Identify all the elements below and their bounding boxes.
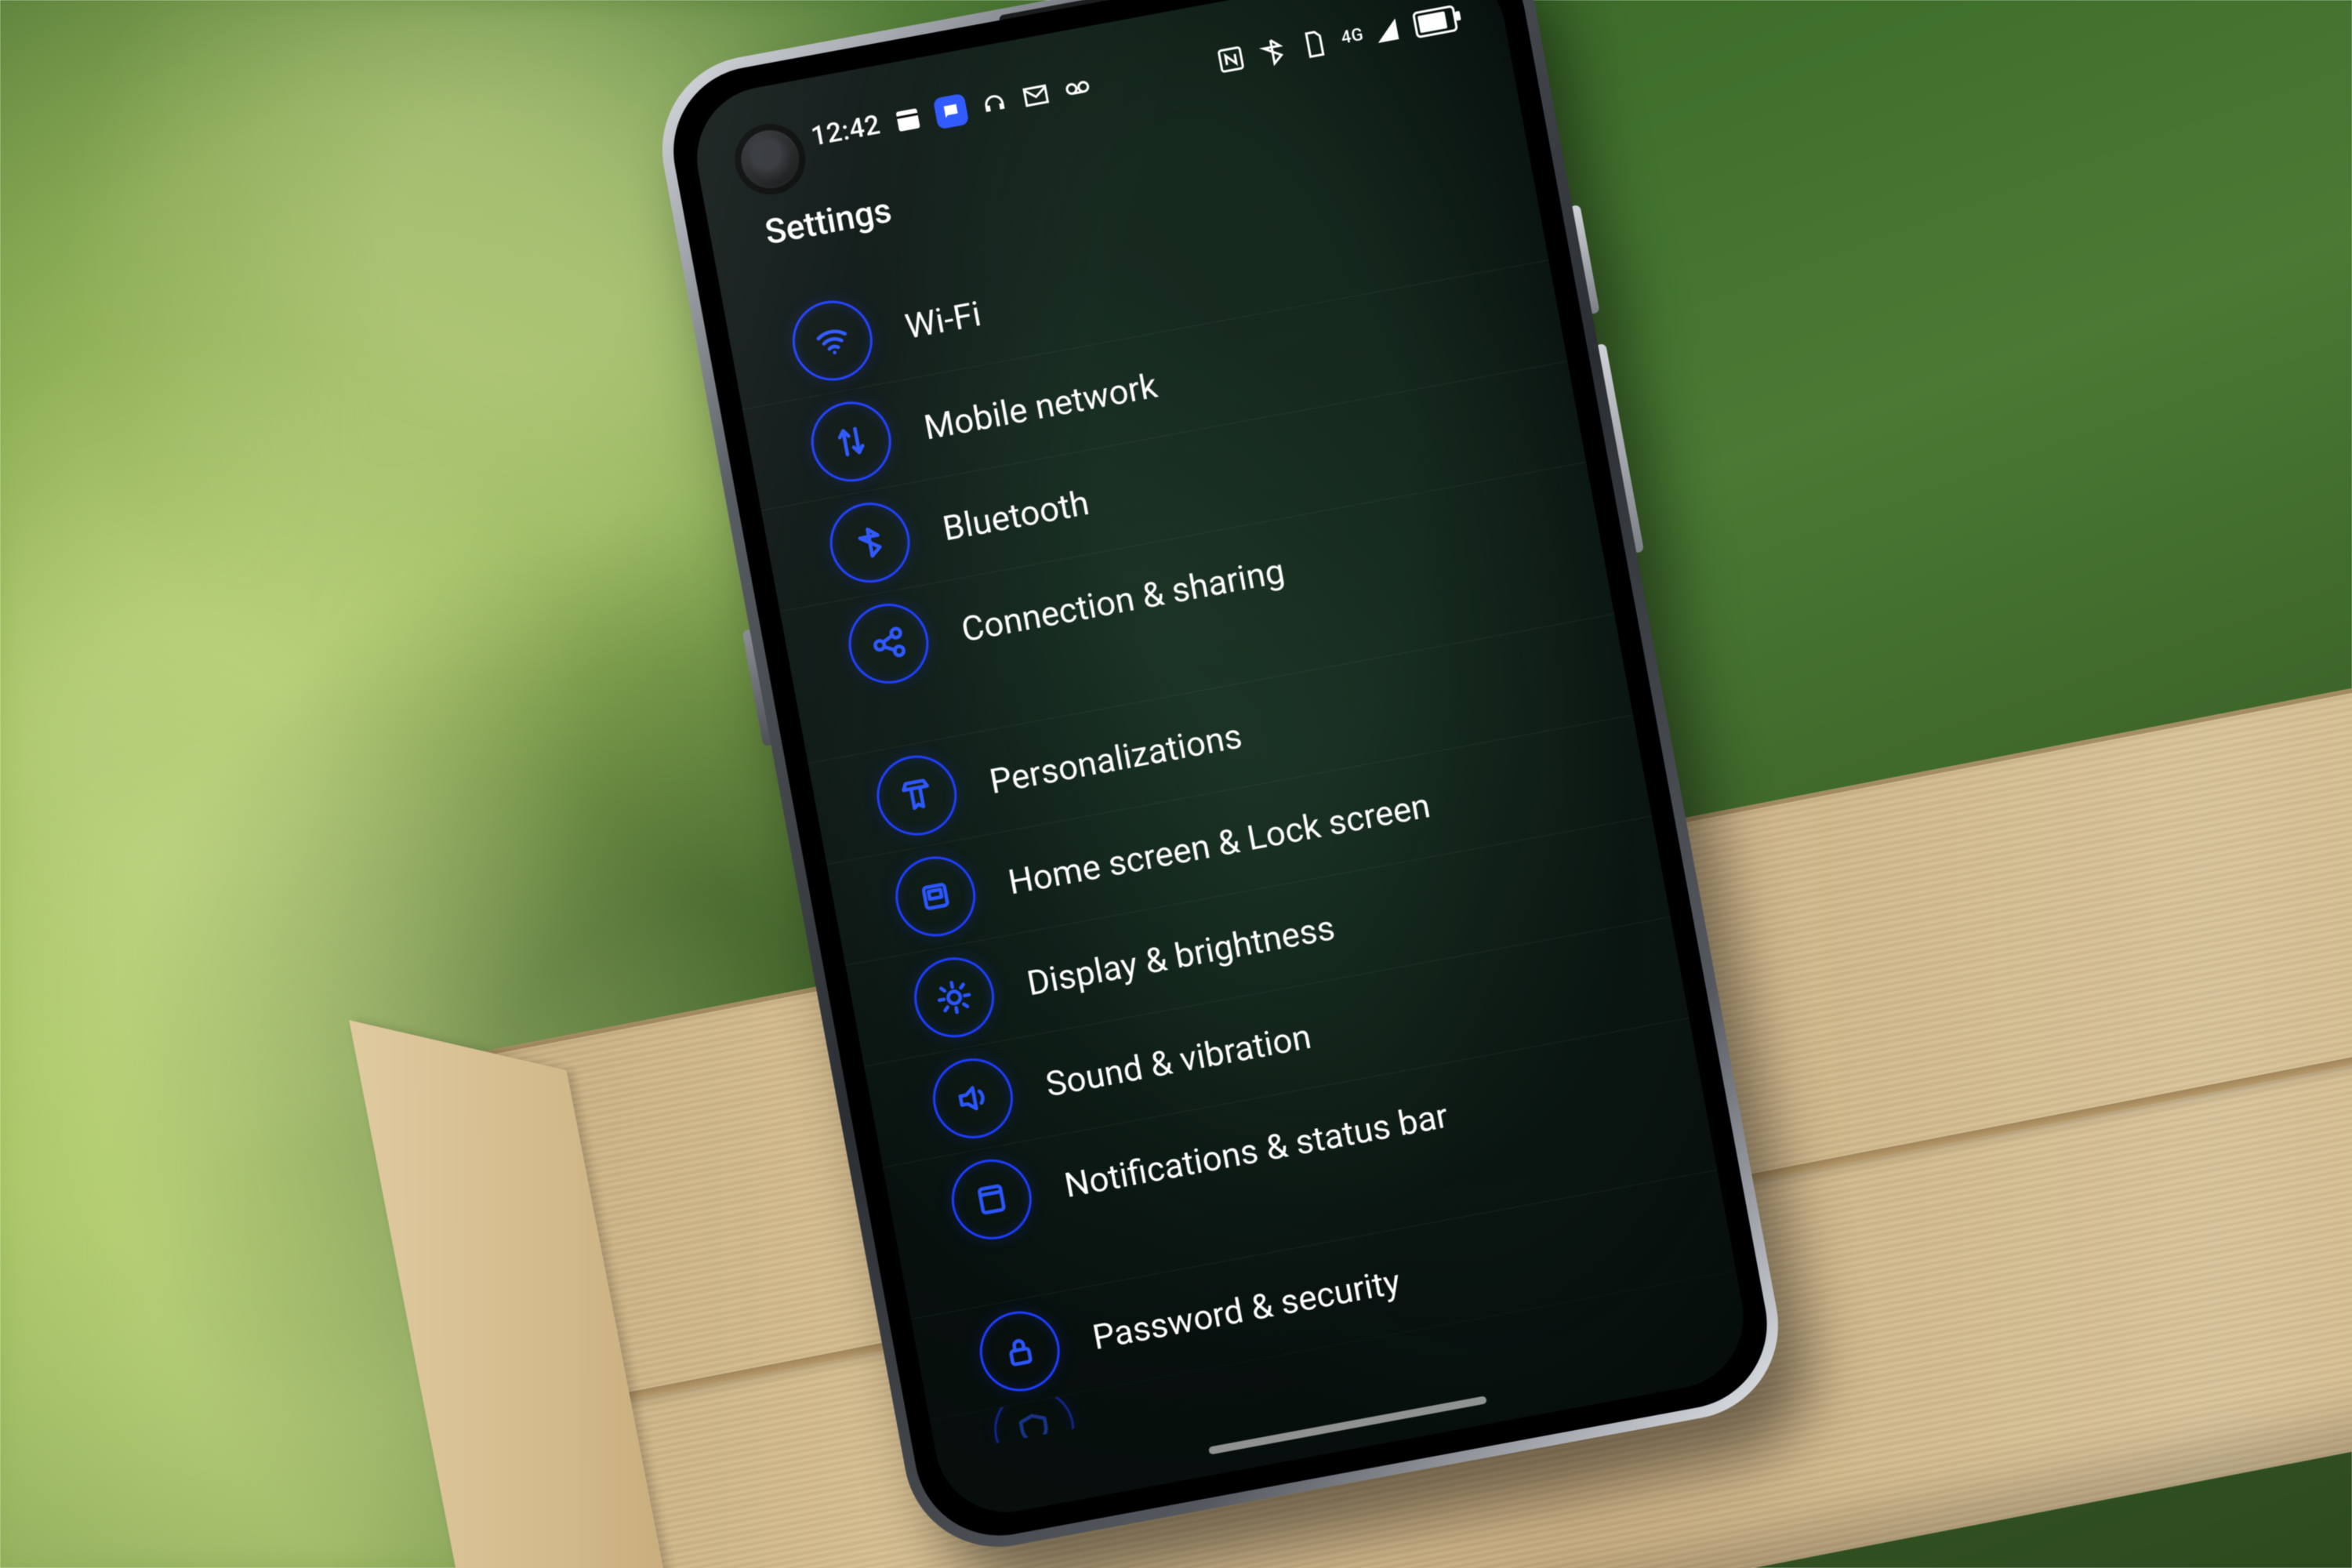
connection-sharing-icon bbox=[842, 597, 935, 691]
network-type-label: 4G bbox=[1340, 27, 1365, 48]
gmail-notification-icon bbox=[1019, 79, 1052, 112]
battery-icon bbox=[1412, 5, 1458, 38]
settings-item-label: Mobile network bbox=[920, 365, 1160, 448]
lock-icon bbox=[973, 1305, 1066, 1398]
nfc-icon bbox=[1214, 43, 1247, 76]
signal-icon bbox=[1370, 14, 1403, 47]
page-title: Settings bbox=[762, 190, 895, 253]
settings-item-label: Bluetooth bbox=[939, 482, 1092, 549]
settings-item-label: Sound & vibration bbox=[1043, 1016, 1315, 1105]
messages-notification-icon bbox=[933, 93, 970, 130]
settings-list[interactable]: Wi-Fi Mobile network Bluet bbox=[724, 160, 1742, 1455]
headset-icon bbox=[978, 87, 1011, 120]
voicemail-icon bbox=[1061, 71, 1094, 104]
background-scene: 12:42 bbox=[0, 0, 2352, 1568]
personalizations-icon bbox=[870, 749, 964, 842]
wifi-icon bbox=[786, 294, 879, 387]
sim-icon bbox=[1298, 27, 1330, 60]
settings-item-label: Wi-Fi bbox=[902, 293, 985, 347]
status-bar: 12:42 bbox=[691, 0, 1507, 186]
sound-icon bbox=[927, 1052, 1020, 1145]
settings-item-label: Personalizations bbox=[986, 715, 1245, 802]
calendar-notification-icon bbox=[891, 103, 924, 136]
bluetooth-status-icon bbox=[1256, 35, 1289, 68]
home-screen-icon bbox=[889, 850, 982, 943]
notifications-icon bbox=[945, 1152, 1038, 1246]
status-time: 12:42 bbox=[808, 109, 883, 153]
mobile-network-icon bbox=[804, 395, 898, 488]
bluetooth-icon bbox=[823, 496, 916, 590]
brightness-icon bbox=[908, 951, 1001, 1044]
